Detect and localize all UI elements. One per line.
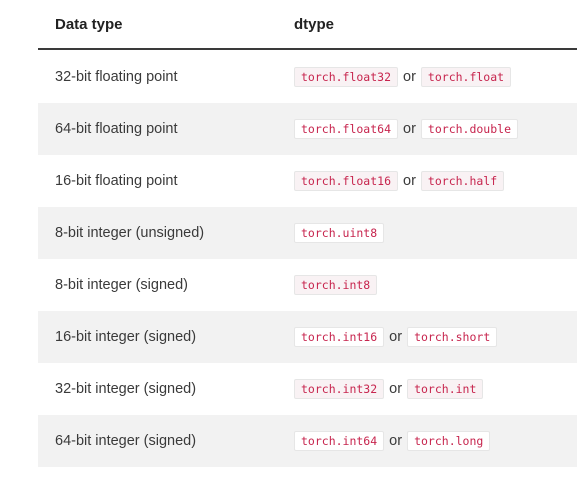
dtype-code: torch.int64 xyxy=(294,431,385,451)
dtype-alias-code: torch.double xyxy=(420,119,519,139)
header-data-type: Data type xyxy=(55,15,123,33)
data-type-cell: 8-bit integer (unsigned) xyxy=(55,225,205,241)
data-type-cell: 64-bit floating point xyxy=(55,121,178,137)
table-row: 32-bit floating point torch.float32 or t… xyxy=(38,50,577,103)
dtype-code: torch.float16 xyxy=(294,171,399,191)
dtype-code: torch.uint8 xyxy=(294,223,385,243)
table-row: 32-bit integer (signed) torch.int32 or t… xyxy=(38,363,577,415)
dtype-alias-code: torch.long xyxy=(407,431,491,451)
data-type-cell: 16-bit integer (signed) xyxy=(55,329,197,345)
dtype-cell: torch.float16 or torch.half xyxy=(294,171,577,191)
dtype-table: Data type dtype 32-bit floating point to… xyxy=(38,0,577,467)
dtype-code: torch.float32 xyxy=(294,66,399,87)
or-text: or xyxy=(403,68,416,85)
table-row: 64-bit integer (signed) torch.int64 or t… xyxy=(38,415,577,467)
dtype-code: torch.float64 xyxy=(294,119,399,139)
or-text: or xyxy=(389,433,403,449)
or-text: or xyxy=(389,381,403,397)
or-text: or xyxy=(403,121,416,137)
data-type-cell: 32-bit integer (signed) xyxy=(55,381,197,397)
table-row: 16-bit integer (signed) torch.int16 or t… xyxy=(38,311,577,363)
dtype-cell: torch.int16 or torch.short xyxy=(294,327,577,347)
dtype-cell: torch.float64 or torch.double xyxy=(294,119,577,139)
table-row: 16-bit floating point torch.float16 or t… xyxy=(38,155,577,207)
or-text: or xyxy=(389,329,403,345)
dtype-cell: torch.int64 or torch.long xyxy=(294,431,577,451)
dtype-cell: torch.int8 xyxy=(294,275,577,295)
header-dtype: dtype xyxy=(294,15,335,33)
dtype-cell: torch.int32 or torch.int xyxy=(294,379,577,399)
table-row: 8-bit integer (unsigned) torch.uint8 xyxy=(38,207,577,259)
table-row: 8-bit integer (signed) torch.int8 xyxy=(38,259,577,311)
dtype-code: torch.int16 xyxy=(294,327,385,347)
dtype-alias-code: torch.int xyxy=(407,379,484,399)
data-type-cell: 64-bit integer (signed) xyxy=(55,433,197,449)
dtype-alias-code: torch.half xyxy=(420,171,505,191)
dtype-alias-code: torch.short xyxy=(407,327,498,347)
data-type-cell: 32-bit floating point xyxy=(55,68,178,85)
dtype-alias-code: torch.float xyxy=(420,66,512,87)
dtype-code: torch.int32 xyxy=(294,379,385,399)
data-type-cell: 16-bit floating point xyxy=(55,173,178,189)
table-row: 64-bit floating point torch.float64 or t… xyxy=(38,103,577,155)
or-text: or xyxy=(403,173,416,189)
dtype-code: torch.int8 xyxy=(294,275,378,295)
data-type-cell: 8-bit integer (signed) xyxy=(55,277,188,293)
dtype-cell: torch.uint8 xyxy=(294,223,577,243)
table-header: Data type dtype xyxy=(38,0,577,50)
dtype-cell: torch.float32 or torch.float xyxy=(294,66,577,87)
